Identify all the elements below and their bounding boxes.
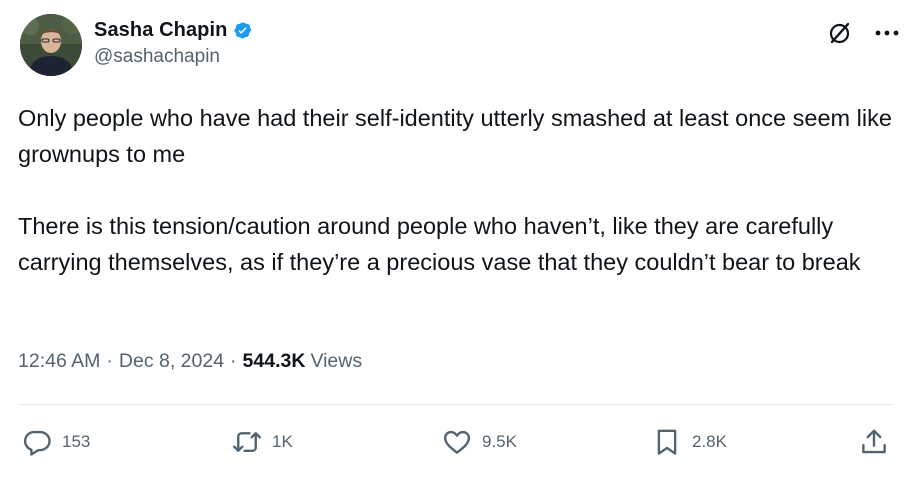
tweet-text: Only people who have had their self-iden…: [18, 100, 898, 280]
repost-button[interactable]: 1K: [232, 422, 293, 462]
reply-button[interactable]: 153: [22, 422, 90, 462]
name-row: Sasha Chapin: [94, 16, 253, 44]
verified-badge-icon[interactable]: [232, 20, 253, 41]
share-icon: [862, 429, 886, 454]
tweet-time[interactable]: 12:46 AM: [18, 350, 100, 373]
bookmark-icon: [657, 429, 677, 455]
tweet-header: Sasha Chapin @sashachapin: [18, 14, 901, 78]
author-display-name[interactable]: Sasha Chapin: [94, 19, 227, 42]
reply-count: 153: [62, 432, 91, 451]
tweet-card: Sasha Chapin @sashachapin Only people wh…: [0, 0, 919, 480]
tweet-paragraph: There is this tension/caution around peo…: [18, 213, 861, 275]
heart-icon: [443, 430, 471, 454]
avatar-image: [20, 14, 82, 76]
meta-separator: ·: [230, 350, 237, 372]
bookmark-count: 2.8K: [692, 432, 727, 451]
grok-icon[interactable]: [827, 20, 853, 46]
views-label: Views: [310, 350, 363, 372]
action-bar: 153 1K 9.5K 2.8K: [22, 422, 889, 462]
avatar[interactable]: [20, 14, 82, 76]
more-options-icon[interactable]: [873, 20, 901, 46]
like-count: 9.5K: [482, 432, 517, 451]
tweet-meta: 12:46 AM · Dec 8, 2024 · 544.3K Views: [18, 350, 362, 373]
like-button[interactable]: 9.5K: [442, 422, 517, 462]
header-actions: [827, 20, 901, 46]
author-info: Sasha Chapin @sashachapin: [94, 16, 253, 68]
bookmark-button[interactable]: 2.8K: [652, 422, 727, 462]
repost-icon: [233, 432, 261, 452]
share-button[interactable]: [859, 422, 889, 462]
divider: [18, 404, 893, 405]
views-count[interactable]: 544.3K: [243, 350, 306, 373]
tweet-date[interactable]: Dec 8, 2024: [119, 350, 224, 373]
tweet-paragraph: Only people who have had their self-iden…: [18, 105, 892, 167]
meta-separator: ·: [106, 350, 113, 372]
reply-icon: [23, 430, 51, 456]
repost-count: 1K: [272, 432, 293, 451]
author-handle[interactable]: @sashachapin: [94, 46, 253, 68]
